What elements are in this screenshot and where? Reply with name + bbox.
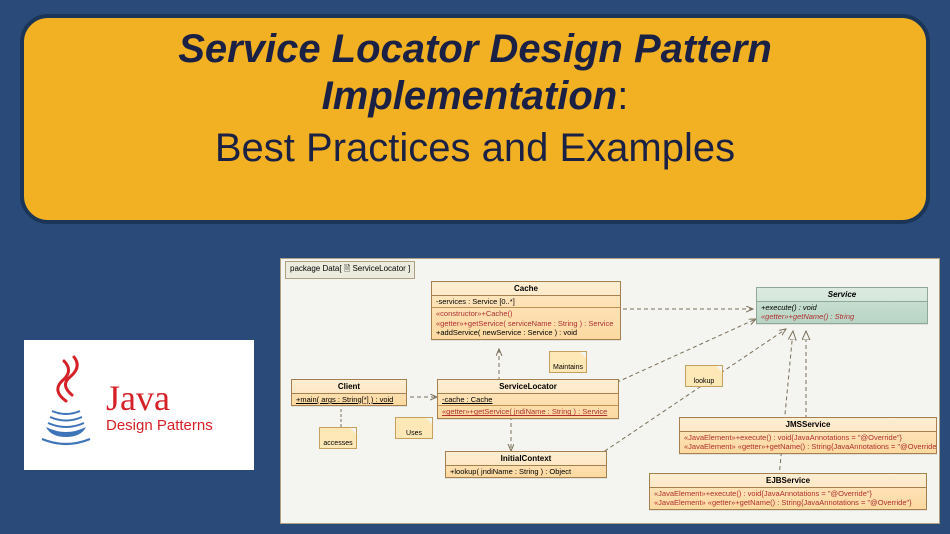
class-client: Client +main( args : String[*] ) : void bbox=[291, 379, 407, 406]
class-client-title: Client bbox=[292, 380, 406, 394]
op: «JavaElement»+execute() : void{JavaAnnot… bbox=[654, 489, 872, 498]
class-initialcontext: InitialContext +lookup( jndiName : Strin… bbox=[445, 451, 607, 478]
op: «getter»+getName() : String bbox=[761, 312, 854, 321]
title-main: Service Locator Design Pattern Implement… bbox=[44, 26, 906, 120]
note-accesses: accesses bbox=[319, 427, 357, 449]
title-banner: Service Locator Design Pattern Implement… bbox=[20, 14, 930, 224]
note-uses: Uses bbox=[395, 417, 433, 439]
logo-text: Java Design Patterns bbox=[106, 377, 213, 434]
op: «JavaElement» «getter»+getName() : Strin… bbox=[684, 442, 936, 451]
op: +execute() : void bbox=[761, 303, 817, 312]
class-ejbservice-title: EJBService bbox=[650, 474, 926, 488]
logo-box: Java Design Patterns bbox=[24, 340, 254, 470]
title-line2: Implementation bbox=[322, 74, 618, 118]
op: +addService( newService : Service ) : vo… bbox=[436, 328, 577, 337]
note-maintains: Maintains bbox=[549, 351, 587, 373]
class-jmsservice-title: JMSService bbox=[680, 418, 936, 432]
class-jmsservice-ops: «JavaElement»+execute() : void{JavaAnnot… bbox=[680, 432, 936, 453]
uml-diagram: package Data[ 🗎 ServiceLocator ] Ca bbox=[280, 258, 940, 524]
class-ejbservice-ops: «JavaElement»+execute() : void{JavaAnnot… bbox=[650, 488, 926, 509]
op: «constructor»+Cache() bbox=[436, 309, 513, 318]
class-servicelocator-attr: -cache : Cache bbox=[438, 394, 618, 406]
class-servicelocator: ServiceLocator -cache : Cache «getter»+g… bbox=[437, 379, 619, 419]
class-jmsservice: JMSService «JavaElement»+execute() : voi… bbox=[679, 417, 937, 454]
class-cache: Cache -services : Service [0..*] «constr… bbox=[431, 281, 621, 340]
interface-service-ops: +execute() : void «getter»+getName() : S… bbox=[757, 302, 927, 323]
op: «JavaElement»+execute() : void{JavaAnnot… bbox=[684, 433, 902, 442]
class-servicelocator-op: «getter»+getService( jndiName : String )… bbox=[438, 406, 618, 417]
java-cup-icon bbox=[34, 355, 98, 455]
logo-subtitle: Design Patterns bbox=[106, 417, 213, 434]
interface-service-title: Service bbox=[757, 288, 927, 302]
class-servicelocator-title: ServiceLocator bbox=[438, 380, 618, 394]
class-client-op: +main( args : String[*] ) : void bbox=[292, 394, 406, 405]
op: «JavaElement» «getter»+getName() : Strin… bbox=[654, 498, 912, 507]
class-cache-ops: «constructor»+Cache() «getter»+getServic… bbox=[432, 308, 620, 338]
title-line1: Service Locator Design Pattern bbox=[178, 27, 772, 71]
title-subtitle: Best Practices and Examples bbox=[44, 124, 906, 172]
class-ejbservice: EJBService «JavaElement»+execute() : voi… bbox=[649, 473, 927, 510]
class-initialcontext-title: InitialContext bbox=[446, 452, 606, 466]
op: «getter»+getService( serviceName : Strin… bbox=[436, 319, 613, 328]
package-tab: package Data[ 🗎 ServiceLocator ] bbox=[285, 261, 415, 279]
class-cache-attr: -services : Service [0..*] bbox=[432, 296, 620, 308]
logo-brand: Java bbox=[106, 377, 213, 419]
interface-service: Service +execute() : void «getter»+getNa… bbox=[756, 287, 928, 324]
note-lookup: lookup bbox=[685, 365, 723, 387]
title-colon: : bbox=[617, 74, 628, 118]
class-initialcontext-op: +lookup( jndiName : String ) : Object bbox=[446, 466, 606, 477]
class-cache-title: Cache bbox=[432, 282, 620, 296]
